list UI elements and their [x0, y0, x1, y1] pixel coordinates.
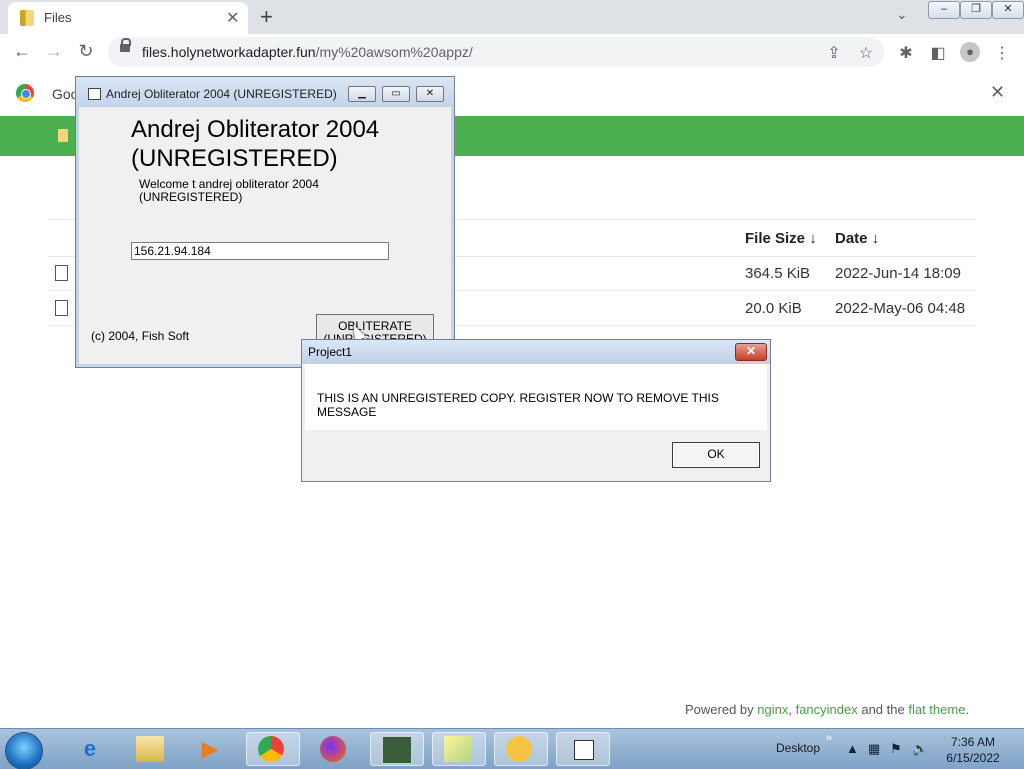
url-domain: files.holynetworkadapter.fun [142, 44, 316, 60]
app-heading-line: (UNREGISTERED) [131, 145, 338, 172]
ip-address-input[interactable]: 156.21.94.184 [131, 242, 389, 260]
window-icon [574, 740, 594, 760]
folder-icon [20, 10, 34, 26]
volume-icon[interactable]: 🔈 [912, 741, 928, 757]
app-minimize-button[interactable]: ▁ [348, 86, 376, 102]
copyright-label: (c) 2004, Fish Soft [91, 329, 190, 343]
file-size-header-label: File Size [745, 230, 806, 247]
ok-button[interactable]: OK [672, 442, 760, 468]
file-size-cell: 364.5 KiB [745, 265, 811, 282]
browser-tab-strip: Files ✕ + ⌄ – ❐ ✕ [0, 0, 1024, 34]
message-box-close-button[interactable]: ✕ [735, 343, 767, 361]
fancyindex-link[interactable]: fancyindex [796, 702, 858, 717]
taskbar-project1[interactable] [556, 732, 610, 766]
close-window-button[interactable]: ✕ [992, 1, 1024, 19]
app-welcome-text: Welcome t andrej obliterator 2004 (UNREG… [139, 178, 359, 204]
desktop-toolbar-label[interactable]: Desktop [776, 741, 820, 755]
app-heading-line: Andrej Obliterator 2004 [131, 116, 380, 143]
close-tab-icon[interactable]: ✕ [226, 8, 239, 28]
sort-arrow-icon: ↓ [809, 230, 817, 247]
taskbar-firefox[interactable] [308, 732, 362, 766]
file-icon[interactable] [55, 300, 68, 316]
action-center-flag-icon[interactable]: ⚑ [890, 741, 902, 757]
star-icon[interactable]: ☆ [856, 43, 876, 63]
app-close-button[interactable]: ✕ [416, 86, 444, 102]
lock-icon[interactable] [120, 38, 131, 52]
app-window: Andrej Obliterator 2004 (UNREGISTERED) ▁… [75, 76, 455, 368]
message-box-body: THIS IS AN UNREGISTERED COPY. REGISTER N… [305, 364, 767, 430]
file-date-cell: 2022-May-06 04:48 [835, 300, 966, 317]
file-size-cell: 20.0 KiB [745, 300, 802, 317]
date-header-label: Date [835, 230, 868, 247]
new-tab-button[interactable]: + [260, 4, 273, 30]
message-box-title: Project1 [308, 345, 353, 359]
internet-explorer-icon: e [83, 736, 97, 761]
browser-tab[interactable]: Files ✕ [8, 2, 248, 34]
clock-date: 6/15/2022 [946, 751, 1000, 765]
extensions-puzzle-icon[interactable]: ✱ [896, 43, 916, 63]
page-footer: Powered by nginx, fancyindex and the fla… [685, 702, 969, 717]
taskbar-nerd-app[interactable] [494, 732, 548, 766]
nerd-face-icon [506, 736, 532, 762]
taskbar-notes[interactable] [432, 732, 486, 766]
share-icon[interactable]: ⇪ [824, 43, 844, 63]
reload-icon[interactable]: ↻ [74, 41, 98, 62]
message-box: Project1 ✕ THIS IS AN UNREGISTERED COPY.… [301, 339, 771, 482]
file-explorer-icon [136, 736, 164, 762]
chevron-down-icon[interactable]: ⌄ [896, 6, 908, 23]
more-menu-icon[interactable]: ⋮ [992, 43, 1012, 63]
app-maximize-button[interactable]: ▭ [382, 86, 410, 102]
app-client-area: Andrej Obliterator 2004 (UNREGISTERED) W… [80, 107, 450, 362]
welcome-line: (UNREGISTERED) [139, 190, 243, 204]
flat-theme-link[interactable]: flat theme [908, 702, 965, 717]
taskbar-file-explorer[interactable] [124, 732, 178, 766]
taskbar-app-window[interactable] [370, 732, 424, 766]
message-text: THIS IS AN UNREGISTERED COPY. REGISTER N… [317, 391, 719, 419]
message-box-title-bar[interactable]: Project1 ✕ [302, 340, 770, 364]
close-infobar-icon[interactable]: ✕ [990, 82, 1005, 103]
url-path: /my%20awsom%20appz/ [315, 44, 473, 60]
firefox-icon [320, 736, 346, 762]
start-button[interactable] [6, 733, 42, 769]
chrome-icon [258, 736, 284, 762]
date-column-header[interactable]: Date ↓ [835, 230, 879, 247]
sort-arrow-icon: ↓ [871, 230, 880, 247]
file-size-column-header[interactable]: File Size ↓ [745, 230, 817, 247]
system-clock[interactable]: 7:36 AM 6/15/2022 [940, 734, 1006, 766]
folder-icon [58, 129, 68, 142]
chrome-logo-icon [16, 84, 34, 102]
double-chevron-icon[interactable]: » [826, 732, 832, 744]
media-player-icon: ▶ [201, 736, 219, 761]
network-icon[interactable]: ▦ [868, 741, 880, 757]
forward-arrow-icon[interactable]: → [42, 41, 66, 62]
taskbar-media-player[interactable]: ▶ [184, 732, 238, 766]
side-panel-icon[interactable]: ◧ [928, 43, 948, 63]
footer-text: . [965, 702, 970, 717]
footer-text: Powered by [685, 702, 758, 717]
file-date-cell: 2022-Jun-14 18:09 [835, 265, 961, 282]
footer-text: , [788, 702, 796, 717]
taskbar-chrome[interactable] [246, 732, 300, 766]
app-heading: Andrej Obliterator 2004 (UNREGISTERED) [131, 115, 431, 173]
taskbar: e ▶ Desktop » ▲ ▦ ⚑ 🔈 7:36 AM 6/15/2022 [0, 728, 1024, 769]
file-icon[interactable] [55, 265, 68, 281]
notes-icon [444, 736, 472, 762]
clock-time: 7:36 AM [950, 735, 996, 749]
terminal-icon [382, 736, 412, 764]
tab-title: Files [44, 10, 72, 25]
footer-text: and the [857, 702, 909, 717]
app-window-title: Andrej Obliterator 2004 (UNREGISTERED) [106, 87, 337, 101]
app-title-bar[interactable]: Andrej Obliterator 2004 (UNREGISTERED) ▁… [76, 77, 454, 107]
restore-window-button[interactable]: ❐ [960, 1, 992, 19]
taskbar-internet-explorer[interactable]: e [64, 732, 118, 766]
nginx-link[interactable]: nginx [757, 702, 788, 717]
back-arrow-icon[interactable]: ← [10, 41, 34, 62]
profile-avatar-icon[interactable]: ● [960, 42, 980, 62]
minimize-window-button[interactable]: – [928, 1, 960, 19]
app-window-icon [88, 88, 101, 100]
show-hidden-icons-arrow[interactable]: ▲ [846, 741, 859, 756]
url-text[interactable]: files.holynetworkadapter.fun/my%20awsom%… [142, 44, 473, 60]
